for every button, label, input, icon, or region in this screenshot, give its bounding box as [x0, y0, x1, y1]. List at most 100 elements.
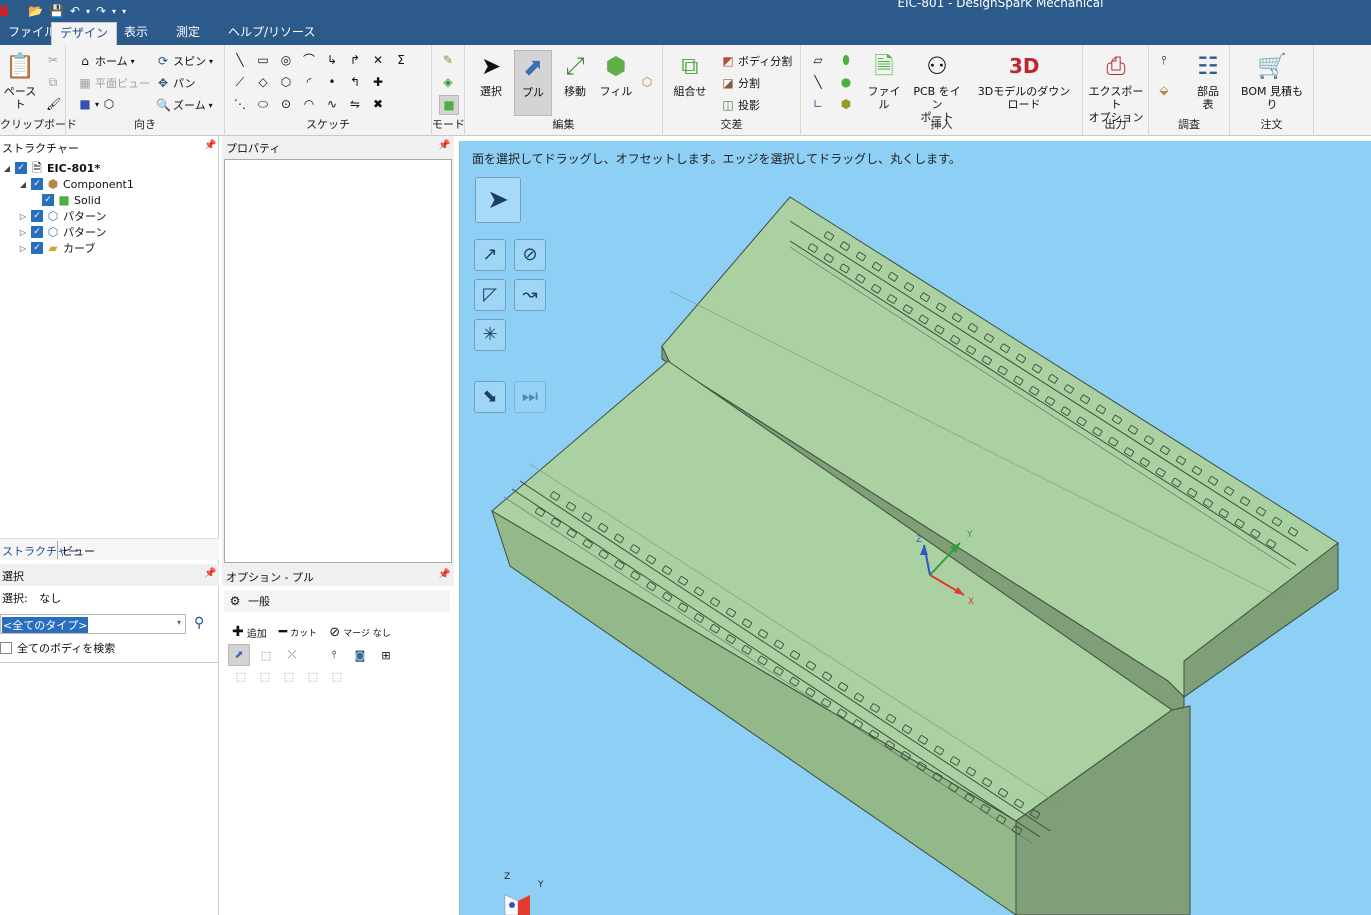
collapse-icon[interactable]: ◢	[18, 180, 28, 189]
component-button[interactable]: ⬢	[839, 97, 853, 111]
visibility-checkbox[interactable]: ✓	[31, 178, 43, 190]
options-general-section[interactable]: ⚙ 一般	[224, 590, 450, 612]
view-cube-button[interactable]: ■ ▾ ⬡	[78, 97, 116, 111]
rectangle-icon[interactable]: ▭	[256, 53, 270, 67]
revolve-icon[interactable]: ◙	[350, 649, 370, 662]
polygon-icon[interactable]: ⬡	[279, 75, 293, 89]
insert-file-button[interactable]: 🗎 ファイル	[865, 51, 903, 111]
bend-icon[interactable]: ↰	[348, 75, 362, 89]
format-painter-button[interactable]: 🖌	[46, 97, 61, 111]
spline-icon[interactable]: ∿	[325, 97, 339, 111]
home-button[interactable]: ⌂ ホーム ▾	[78, 53, 135, 69]
plan-view-button[interactable]: ▦ 平面ビュー	[78, 75, 150, 91]
three-point-rectangle-icon[interactable]: ◇	[256, 75, 270, 89]
inspect-button[interactable]: ⬙	[1157, 83, 1171, 97]
cylinder-button[interactable]: ⬮	[839, 53, 853, 67]
three-point-circle-icon[interactable]: ⊙	[279, 97, 293, 111]
fill-button[interactable]: ⬢ フィル	[598, 51, 634, 98]
corner-icon[interactable]: ↱	[348, 53, 362, 67]
combine-button[interactable]: ⧉ 組合せ	[669, 51, 711, 98]
section-mode-button[interactable]: ◈	[441, 75, 455, 89]
tree-item-component[interactable]: ◢ ✓ ⬢ Component1	[18, 176, 134, 192]
spin-button[interactable]: ⟳ スピン ▾	[156, 53, 213, 69]
pan-button[interactable]: ✥ パン	[156, 75, 196, 91]
tab-view[interactable]: 表示	[116, 22, 156, 45]
chamfer-icon[interactable]: ⬚	[328, 670, 346, 683]
up-to-icon[interactable]: ⤫	[282, 648, 302, 662]
3d-viewport[interactable]: 面を選択してドラッグし、オフセットします。エッジを選択してドラッグし、丸くします…	[459, 141, 1371, 915]
point-icon[interactable]: •	[325, 75, 339, 89]
search-all-checkbox[interactable]	[0, 642, 12, 654]
pin-icon[interactable]: 📌	[204, 568, 216, 579]
collapse-icon[interactable]: ◢	[2, 164, 12, 173]
add-option[interactable]: ✚ 追加	[232, 624, 267, 640]
pivot-icon[interactable]: ⬚	[256, 649, 276, 662]
visibility-checkbox[interactable]: ✓	[31, 226, 43, 238]
move-button[interactable]: ⤢ 移動	[557, 51, 593, 98]
tree-item-pattern[interactable]: ▷ ✓ ⬡ パターン	[18, 208, 107, 224]
cut-option[interactable]: ━ カット	[279, 624, 317, 640]
tab-help[interactable]: ヘルプ/リソース	[220, 22, 323, 45]
dimension-icon[interactable]: ⊞	[376, 649, 396, 662]
import-pcb-button[interactable]: ⚇ PCB をイン ポート	[909, 51, 965, 124]
cut-button[interactable]: ✂	[46, 53, 60, 67]
export-options-button[interactable]: ⎙ エクスポート オプション	[1087, 51, 1145, 124]
tree-item-solid[interactable]: ✓ ■ Solid	[42, 192, 101, 208]
pin-icon[interactable]: 📌	[438, 569, 450, 580]
tangent-line-icon[interactable]: ⟋	[233, 75, 247, 89]
sum-icon[interactable]: Σ	[394, 53, 408, 67]
search-icon[interactable]: ⚲	[194, 615, 204, 631]
pin-icon[interactable]: 📌	[204, 140, 216, 151]
selection-type-dropdown[interactable]: <全てのタイプ> ▾	[0, 614, 186, 634]
no-merge-option[interactable]: ⊘ マージ なし	[329, 625, 391, 640]
select-button[interactable]: ➤ 選択	[473, 51, 509, 98]
visibility-checkbox[interactable]: ✓	[15, 162, 27, 174]
copy-button[interactable]: ⧉	[46, 75, 60, 89]
round-icon[interactable]: ⬚	[304, 670, 322, 683]
pull-button[interactable]: ⬈ プル	[514, 50, 552, 116]
download-3d-model-button[interactable]: 3D 3Dモデルのダウンロード	[973, 51, 1075, 111]
extend-icon[interactable]: ✖	[371, 97, 385, 111]
split-body-button[interactable]: ◩ ボディ分割	[721, 53, 792, 69]
tree-item-curves[interactable]: ▷ ✓ ▰ カーブ	[18, 240, 95, 256]
tab-design[interactable]: デザイン	[51, 22, 118, 45]
tree-item-root[interactable]: ◢ ✓ 🗎 EIC-801*	[2, 160, 100, 176]
project-button[interactable]: ◫ 投影	[721, 97, 760, 113]
split-button[interactable]: ◪ 分割	[721, 75, 760, 91]
plane-button[interactable]: ▱	[811, 53, 825, 67]
split-curve-icon[interactable]: ✚	[371, 75, 385, 89]
tangent-arc-icon[interactable]: ◜	[302, 75, 316, 89]
expand-icon[interactable]: ▷	[18, 244, 28, 253]
circle-icon[interactable]: ◎	[279, 53, 293, 67]
ellipse-icon[interactable]: ⬭	[256, 97, 270, 111]
zoom-button[interactable]: 🔍 ズーム ▾	[156, 97, 213, 113]
line-icon[interactable]: ╲	[233, 53, 247, 67]
measure-button[interactable]: ⫯	[1157, 53, 1171, 67]
sketch-mode-button[interactable]: ✎	[441, 53, 455, 67]
expand-icon[interactable]: ▷	[18, 212, 28, 221]
expand-icon[interactable]: ▷	[18, 228, 28, 237]
offset-icon[interactable]: ↳	[325, 53, 339, 67]
sweep-arc-icon[interactable]: ◠	[302, 97, 316, 111]
visibility-checkbox[interactable]: ✓	[31, 242, 43, 254]
parts-list-button[interactable]: ☷ 部品 表	[1189, 51, 1227, 111]
trim-icon[interactable]: ✕	[371, 53, 385, 67]
mini-view-cube[interactable]: Z Y	[504, 872, 544, 915]
sphere-button[interactable]: ●	[839, 75, 853, 89]
3d-mode-button[interactable]: ■	[439, 95, 459, 115]
ruler-icon[interactable]: ⫯	[324, 648, 344, 662]
pull-direction-icon[interactable]: ⬈	[228, 644, 250, 666]
pin-icon[interactable]: 📌	[438, 140, 450, 151]
shell-button[interactable]: ⬡	[640, 75, 654, 89]
both-sides-icon[interactable]: ⬚	[232, 670, 250, 683]
paste-button[interactable]: 📋 ペースト	[2, 51, 38, 111]
bom-quote-button[interactable]: 🛒 BOM 見積も り	[1234, 51, 1310, 111]
tab-views[interactable]: ビュー	[62, 543, 95, 559]
construction-line-icon[interactable]: ⋱	[233, 97, 247, 111]
search-all-bodies-option[interactable]: 全てのボディを検索	[0, 640, 115, 656]
visibility-checkbox[interactable]: ✓	[31, 210, 43, 222]
visibility-checkbox[interactable]: ✓	[42, 194, 54, 206]
tab-measure[interactable]: 測定	[168, 22, 208, 45]
mirror-icon[interactable]: ⇋	[348, 97, 362, 111]
draft-icon[interactable]: ⬚	[280, 670, 298, 683]
